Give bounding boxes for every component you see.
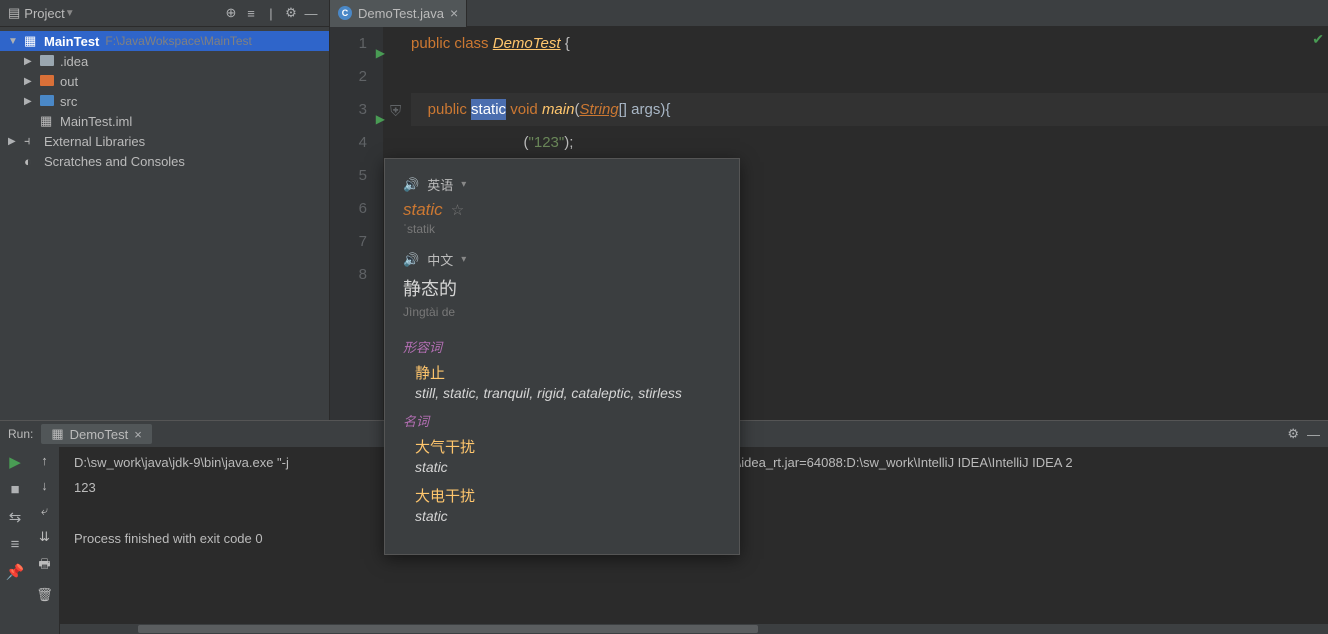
- tree-file-iml[interactable]: ▦ MainTest.iml: [0, 111, 329, 131]
- expand-icon[interactable]: ≡: [241, 3, 261, 23]
- chevron-down-icon[interactable]: ▾: [461, 254, 466, 265]
- target-lang[interactable]: 中文: [427, 250, 453, 269]
- tree-external-libs[interactable]: ▶ ⫞ External Libraries: [0, 131, 329, 151]
- trash-icon[interactable]: 🗑: [36, 587, 53, 603]
- folder-icon: [40, 74, 56, 89]
- scroll-icon[interactable]: ⇊: [39, 529, 50, 545]
- chevron-down-icon[interactable]: ▼: [65, 8, 75, 19]
- wrap-icon[interactable]: ⤶: [41, 503, 48, 519]
- minimize-icon[interactable]: —: [1307, 427, 1320, 442]
- close-icon[interactable]: ×: [450, 5, 458, 21]
- meaning: 静止: [403, 362, 721, 383]
- rerun-icon[interactable]: ▶: [9, 453, 21, 471]
- library-icon: ⫞: [24, 133, 40, 149]
- meaning: 大气干扰: [403, 436, 721, 457]
- project-tool-icon: ▤: [8, 5, 20, 21]
- tree-folder-src[interactable]: ▶ src: [0, 91, 329, 111]
- run-label: Run:: [8, 427, 33, 441]
- synonyms: static: [403, 508, 721, 524]
- root-path: F:\JavaWokspace\MainTest: [105, 34, 252, 48]
- run-toolbar-left: ▶ ■ ⇆ ≡ 📌: [0, 447, 30, 634]
- print-icon[interactable]: 🖶: [38, 555, 50, 577]
- minimize-icon[interactable]: —: [301, 3, 321, 23]
- part-of-speech: 名词: [403, 411, 721, 430]
- java-class-icon: C: [338, 6, 352, 20]
- divider-icon: |: [261, 3, 281, 23]
- project-panel: ▤ Project ▼ ⊕ ≡ | ⚙ — ▼ ▦ MainTest F:\Ja…: [0, 0, 330, 420]
- translation-popup: 🔊 英语 ▾ static ☆ ˈstatik 🔊 中文 ▾ 静态的 Jìngt…: [384, 158, 740, 555]
- pinyin: Jìngtài de: [403, 305, 721, 319]
- up-icon[interactable]: ↑: [41, 453, 48, 468]
- folder-icon: [40, 94, 56, 109]
- pin-icon[interactable]: 📌: [6, 563, 25, 581]
- run-gutter-icon[interactable]: ▶: [376, 103, 385, 136]
- project-title: Project: [24, 6, 64, 21]
- synonyms: still, static, tranquil, rigid, catalept…: [403, 385, 721, 401]
- star-icon[interactable]: ☆: [451, 201, 464, 219]
- meaning: 大电干扰: [403, 485, 721, 506]
- run-gutter-icon[interactable]: ▶: [376, 37, 385, 70]
- chevron-down-icon[interactable]: ▾: [461, 179, 466, 190]
- down-icon[interactable]: ↓: [41, 478, 48, 493]
- file-icon: ▦: [40, 113, 56, 129]
- popup-word: static: [403, 200, 443, 220]
- collapse-arrow[interactable]: ▶: [24, 96, 36, 107]
- translation: 静态的: [403, 275, 721, 301]
- editor-tab-bar: C DemoTest.java ×: [330, 0, 1328, 27]
- root-name: MainTest: [44, 34, 99, 49]
- stop-icon[interactable]: ■: [10, 481, 19, 498]
- cmd-left: D:\sw_work\java\jdk-9\bin\java.exe "-j: [74, 455, 289, 470]
- collapse-arrow[interactable]: ▶: [24, 76, 36, 87]
- part-of-speech: 形容词: [403, 337, 721, 356]
- phonetic: ˈstatik: [403, 222, 721, 236]
- layout-icon[interactable]: ⇆: [9, 508, 22, 526]
- speaker-icon[interactable]: 🔊: [403, 252, 419, 268]
- scrollbar-thumb[interactable]: [138, 625, 758, 633]
- folder-icon: [40, 54, 56, 69]
- synonyms: static: [403, 459, 721, 475]
- gear-icon[interactable]: ⚙: [281, 3, 301, 23]
- tree-folder-idea[interactable]: ▶ .idea: [0, 51, 329, 71]
- gutter: 1▶ 2 3▶ 4 5 6 7 8: [330, 27, 383, 420]
- run-config-tab[interactable]: ▦ DemoTest ×: [41, 424, 151, 444]
- tree-folder-out[interactable]: ▶ out: [0, 71, 329, 91]
- collapse-arrow[interactable]: ▶: [8, 136, 20, 147]
- horizontal-scrollbar[interactable]: [60, 624, 1328, 634]
- tab-label: DemoTest.java: [358, 6, 444, 21]
- scratch-icon: ◐: [24, 154, 40, 169]
- run-tab-icon: ▦: [51, 426, 63, 442]
- run-toolbar-right: ↑ ↓ ⤶ ⇊ 🖶 🗑: [30, 447, 60, 634]
- close-icon[interactable]: ×: [134, 427, 142, 442]
- tree-root[interactable]: ▼ ▦ MainTest F:\JavaWokspace\MainTest: [0, 31, 329, 51]
- shield-icon: ⛨: [390, 103, 401, 120]
- module-icon: ▦: [24, 33, 40, 49]
- check-icon: ✔: [1312, 31, 1324, 48]
- expand-arrow[interactable]: ▼: [8, 36, 20, 47]
- gear-icon[interactable]: ⚙: [1287, 426, 1299, 442]
- speaker-icon[interactable]: 🔊: [403, 177, 419, 193]
- tree-scratches[interactable]: ◐ Scratches and Consoles: [0, 151, 329, 171]
- source-lang[interactable]: 英语: [427, 175, 453, 194]
- collapse-arrow[interactable]: ▶: [24, 56, 36, 67]
- layout-icon[interactable]: ≡: [11, 536, 20, 553]
- target-icon[interactable]: ⊕: [221, 3, 241, 23]
- project-header: ▤ Project ▼ ⊕ ≡ | ⚙ —: [0, 0, 329, 27]
- editor-tab[interactable]: C DemoTest.java ×: [330, 0, 467, 27]
- project-tree: ▼ ▦ MainTest F:\JavaWokspace\MainTest ▶ …: [0, 27, 329, 175]
